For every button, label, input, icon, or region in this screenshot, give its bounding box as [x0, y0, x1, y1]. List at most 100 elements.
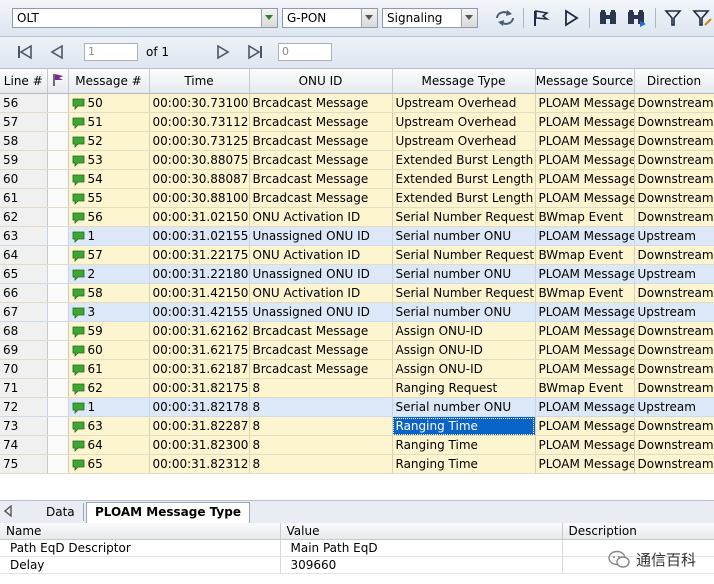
table-row[interactable]: 63 1 00:00:31.021555 Unassigned ONU ID Seria…	[0, 226, 714, 246]
table-row[interactable]: 74 64 00:00:31.823000 8 Ranging Time PLOAM Me…	[0, 435, 714, 455]
first-page-icon[interactable]	[16, 44, 34, 60]
cell-direction: Downstream	[634, 245, 714, 265]
details-column-name[interactable]: Name	[0, 523, 281, 540]
find-next-icon[interactable]	[626, 9, 646, 27]
cell-line-number: 75	[0, 454, 48, 474]
message-icon	[72, 345, 84, 357]
table-row[interactable]: 60 54 00:00:30.880875 Brcadcast Message Exte…	[0, 169, 714, 189]
message-icon	[72, 421, 84, 433]
details-column-value[interactable]: Value	[280, 523, 563, 540]
details-row[interactable]: Path EqD Descriptor Main Path EqD	[0, 539, 714, 557]
message-number: 2	[87, 267, 96, 281]
table-row[interactable]: 61 55 00:00:30.881000 Brcadcast Message Exte…	[0, 188, 714, 208]
cell-flag	[47, 207, 69, 227]
goto-line-input[interactable]: 0	[278, 43, 332, 61]
protocol-select[interactable]: G-PON	[282, 8, 378, 28]
tab-ploam-message-type[interactable]: PLOAM Message Type	[86, 502, 250, 523]
table-row[interactable]: 72 1 00:00:31.821786 8 Serial number ONU PLOA…	[0, 397, 714, 417]
cell-line-number: 70	[0, 359, 48, 379]
cell-message-source: PLOAM Message	[535, 454, 635, 474]
column-header-flag[interactable]	[47, 69, 69, 94]
refresh-icon[interactable]	[494, 9, 514, 27]
cell-time: 00:00:31.821750	[149, 378, 250, 398]
cell-time: 00:00:30.880750	[149, 150, 250, 170]
filter-icon[interactable]	[664, 9, 684, 27]
chevron-down-icon[interactable]	[261, 9, 277, 27]
cell-time: 00:00:31.822875	[149, 416, 250, 436]
scroll-left-icon[interactable]	[3, 504, 14, 519]
source-select[interactable]: OLT	[12, 8, 278, 28]
table-row[interactable]: 67 3 00:00:31.421555 Unassigned ONU ID Seria…	[0, 302, 714, 322]
table-row[interactable]: 66 58 00:00:31.421500 ONU Activation ID Seri…	[0, 283, 714, 303]
table-row[interactable]: 57 51 00:00:30.731125 Brcadcast Message Upst…	[0, 112, 714, 132]
column-header-message-source[interactable]: Message Source	[535, 69, 635, 94]
page-number-input[interactable]: 1	[84, 43, 138, 61]
message-icon	[72, 459, 84, 471]
cell-message-number: 2	[68, 264, 150, 284]
cell-direction: Upstream	[634, 302, 714, 322]
cell-time: 00:00:31.823000	[149, 435, 250, 455]
cell-time: 00:00:30.731125	[149, 112, 250, 132]
message-number: 57	[87, 248, 103, 262]
table-row[interactable]: 58 52 00:00:30.731250 Brcadcast Message Upst…	[0, 131, 714, 151]
cell-line-number: 56	[0, 93, 48, 113]
cell-line-number: 74	[0, 435, 48, 455]
table-row[interactable]: 65 2 00:00:31.221805 Unassigned ONU ID Seria…	[0, 264, 714, 284]
cell-message-type: Serial Number Request	[392, 283, 536, 303]
column-header-onu-id[interactable]: ONU ID	[249, 69, 393, 94]
table-row[interactable]: 68 59 00:00:31.621625 Brcadcast Message Assi…	[0, 321, 714, 341]
cell-line-number: 69	[0, 340, 48, 360]
layer-select[interactable]: Signaling	[382, 8, 478, 28]
find-icon[interactable]	[598, 9, 618, 27]
message-number: 61	[87, 362, 103, 376]
cell-onu-id: ONU Activation ID	[249, 283, 393, 303]
play-icon[interactable]	[562, 9, 582, 27]
cell-time: 00:00:31.621625	[149, 321, 250, 341]
table-row[interactable]: 69 60 00:00:31.621750 Brcadcast Message Assi…	[0, 340, 714, 360]
message-number: 55	[87, 191, 103, 205]
column-header-line[interactable]: Line #	[0, 69, 48, 94]
chevron-down-icon[interactable]	[361, 9, 377, 27]
cell-message-source: PLOAM Message	[535, 435, 635, 455]
cell-line-number: 66	[0, 283, 48, 303]
column-header-direction[interactable]: Direction	[634, 69, 714, 94]
cell-message-number: 63	[68, 416, 150, 436]
filter-edit-icon[interactable]	[692, 9, 712, 27]
details-row[interactable]: Delay 309660	[0, 556, 714, 574]
message-number: 3	[87, 305, 96, 319]
table-row[interactable]: 75 65 00:00:31.823125 8 Ranging Time PLOAM Me…	[0, 454, 714, 474]
message-icon	[72, 326, 84, 338]
next-page-icon[interactable]	[214, 44, 232, 60]
chevron-down-icon[interactable]	[461, 9, 477, 27]
cell-message-number: 58	[68, 283, 150, 303]
flag-icon[interactable]	[532, 9, 552, 27]
watermark-text: 通信百科	[635, 551, 696, 569]
details-row-name: Path EqD Descriptor	[0, 539, 281, 557]
cell-message-source: PLOAM Message	[535, 169, 635, 189]
table-row[interactable]: 56 50 00:00:30.731000 Brcadcast Message Upst…	[0, 93, 714, 113]
cell-line-number: 73	[0, 416, 48, 436]
table-row[interactable]: 73 63 00:00:31.822875 8 Ranging Time PLOAM Me…	[0, 416, 714, 436]
message-number: 1	[87, 400, 96, 414]
cell-message-number: 53	[68, 150, 150, 170]
column-header-time[interactable]: Time	[149, 69, 250, 94]
cell-message-source: PLOAM Message	[535, 93, 635, 113]
message-number: 52	[87, 134, 103, 148]
last-page-icon[interactable]	[246, 44, 264, 60]
cell-line-number: 63	[0, 226, 48, 246]
message-icon	[72, 307, 84, 319]
column-header-message-number[interactable]: Message #	[68, 69, 150, 94]
cell-flag	[47, 435, 69, 455]
table-row[interactable]: 70 61 00:00:31.621875 Brcadcast Message Assi…	[0, 359, 714, 379]
table-row[interactable]: 59 53 00:00:30.880750 Brcadcast Message Exte…	[0, 150, 714, 170]
table-row[interactable]: 64 57 00:00:31.221750 ONU Activation ID Seri…	[0, 245, 714, 265]
cell-time: 00:00:30.731000	[149, 93, 250, 113]
previous-page-icon[interactable]	[48, 44, 66, 60]
tab-data[interactable]: Data	[38, 503, 84, 521]
column-header-message-type[interactable]: Message Type	[392, 69, 536, 94]
cell-flag	[47, 283, 69, 303]
table-row[interactable]: 71 62 00:00:31.821750 8 Ranging Request BWmap…	[0, 378, 714, 398]
table-row[interactable]: 62 56 00:00:31.021500 ONU Activation ID Seri…	[0, 207, 714, 227]
details-column-description[interactable]: Description	[562, 523, 714, 540]
message-icon	[72, 136, 84, 148]
